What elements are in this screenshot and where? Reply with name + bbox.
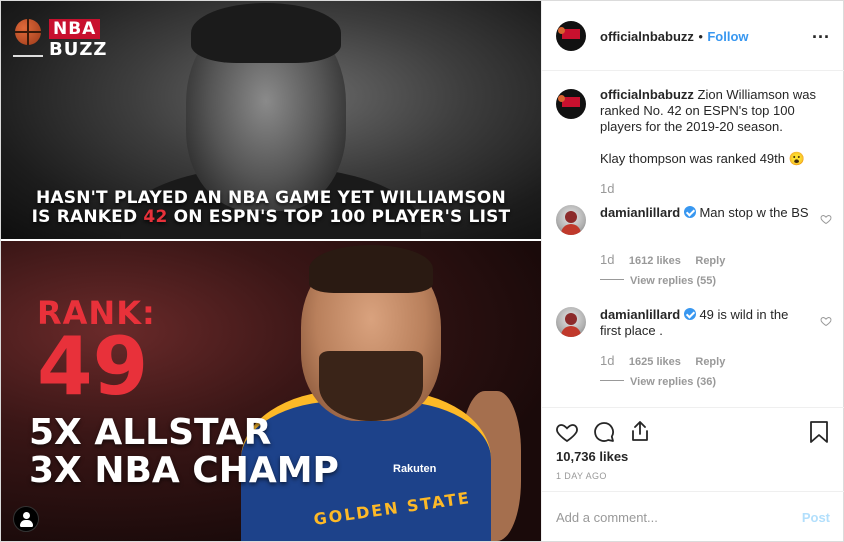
caption-username[interactable]: officialnbabuzz	[600, 87, 694, 102]
avatar[interactable]	[556, 21, 586, 51]
heart-icon[interactable]	[555, 420, 579, 444]
headline-line-2-pre: IS RANKED	[31, 207, 144, 227]
reply-button[interactable]: Reply	[695, 356, 725, 368]
comment-input[interactable]	[556, 508, 776, 526]
post-timestamp[interactable]: 1 DAY AGO	[556, 471, 607, 481]
comment-likes[interactable]: 1625 likes	[629, 356, 681, 368]
user-tags-icon[interactable]	[13, 506, 39, 532]
header-username[interactable]: officialnbabuzz	[600, 29, 694, 44]
comment-age[interactable]: 1d	[600, 252, 614, 267]
view-replies-button[interactable]: View replies (55)	[600, 271, 716, 289]
post-caption: officialnbabuzz Zion Williamson was rank…	[600, 87, 830, 197]
comment-age[interactable]: 1d	[600, 353, 614, 368]
caption-spacer-2	[600, 167, 830, 181]
comment-meta: 1d 1612 likes Reply	[600, 251, 725, 269]
comment-item: damianlillard 49 is wild in the first pl…	[600, 307, 810, 339]
share-icon[interactable]	[628, 419, 652, 443]
comment-item: damianlillard Man stop w the BS	[600, 205, 810, 221]
likes-count[interactable]: 10,736 likes	[556, 449, 628, 464]
header-user-line: officialnbabuzz • Follow	[600, 28, 749, 46]
logo-buzz-text: BUZZ	[49, 39, 108, 60]
post-sidebar: officialnbabuzz • Follow ... officialnba…	[541, 1, 844, 541]
instagram-post: NBA BUZZ HASN'T PLAYED AN NBA GAME YET W…	[0, 0, 844, 542]
comment-likes[interactable]: 1612 likes	[629, 255, 681, 267]
view-replies-line	[600, 279, 624, 281]
avatar-ball-mark	[558, 27, 565, 34]
avatar-ball-mark	[558, 95, 565, 102]
jersey-sponsor: Rakuten	[393, 463, 437, 475]
verified-badge-icon	[683, 206, 696, 218]
rank-value: 49	[37, 320, 149, 413]
comment-meta: 1d 1625 likes Reply	[600, 352, 725, 370]
add-comment-bar: Post	[542, 491, 844, 541]
comment-text: Man stop w the BS	[699, 205, 809, 220]
klay-beard	[319, 351, 423, 421]
comment-like-icon[interactable]	[820, 315, 832, 327]
klay-panel: Rakuten GOLDEN STATE RANK: 49 5X ALLSTAR…	[1, 241, 541, 541]
logo-nba-text: NBA	[49, 19, 101, 39]
view-replies-button[interactable]: View replies (36)	[600, 372, 716, 390]
headline-line-1: HASN'T PLAYED AN NBA GAME YET WILLIAMSON	[36, 188, 506, 208]
klay-hair	[309, 245, 433, 293]
zion-hair	[191, 3, 341, 63]
reply-button[interactable]: Reply	[695, 255, 725, 267]
caption-text-2: Klay thompson was ranked 49th 😮	[600, 151, 805, 166]
comment-icon[interactable]	[592, 420, 616, 444]
hoop-icon	[13, 43, 43, 57]
post-actions: 10,736 likes 1 DAY AGO	[542, 407, 844, 491]
more-options-icon[interactable]: ...	[812, 23, 830, 41]
post-image[interactable]: NBA BUZZ HASN'T PLAYED AN NBA GAME YET W…	[1, 1, 541, 541]
comment-avatar[interactable]	[556, 205, 586, 235]
view-replies-line	[600, 380, 624, 382]
view-replies-label: View replies (55)	[630, 275, 717, 287]
comments-section[interactable]: officialnbabuzz Zion Williamson was rank…	[542, 71, 844, 407]
basketball-icon	[15, 19, 41, 45]
accolade-champ: 3X NBA CHAMP	[29, 450, 339, 491]
comment-avatar[interactable]	[556, 307, 586, 337]
caption-age[interactable]: 1d	[600, 181, 830, 197]
comment-username[interactable]: damianlillard	[600, 307, 680, 322]
headline-line-2: IS RANKED 42 ON ESPN'S TOP 100 PLAYER'S …	[1, 208, 541, 227]
verified-badge-icon	[683, 308, 696, 320]
header-separator: •	[698, 29, 703, 44]
caption-avatar[interactable]	[556, 89, 586, 119]
follow-button[interactable]: Follow	[707, 29, 748, 44]
headline-rank-highlight: 42	[143, 207, 168, 227]
accolade-allstar: 5X ALLSTAR	[29, 412, 272, 453]
view-replies-label: View replies (36)	[630, 376, 717, 388]
comment-username[interactable]: damianlillard	[600, 205, 680, 220]
comment-like-icon[interactable]	[820, 213, 832, 225]
bookmark-icon[interactable]	[808, 420, 830, 444]
zion-headline: HASN'T PLAYED AN NBA GAME YET WILLIAMSON…	[1, 189, 541, 227]
post-header: officialnbabuzz • Follow ...	[542, 1, 844, 71]
zion-panel: NBA BUZZ HASN'T PLAYED AN NBA GAME YET W…	[1, 1, 541, 239]
nba-buzz-logo: NBA BUZZ	[13, 17, 106, 63]
post-comment-button[interactable]: Post	[802, 510, 830, 525]
headline-line-2-post: ON ESPN'S TOP 100 PLAYER'S LIST	[167, 207, 511, 227]
